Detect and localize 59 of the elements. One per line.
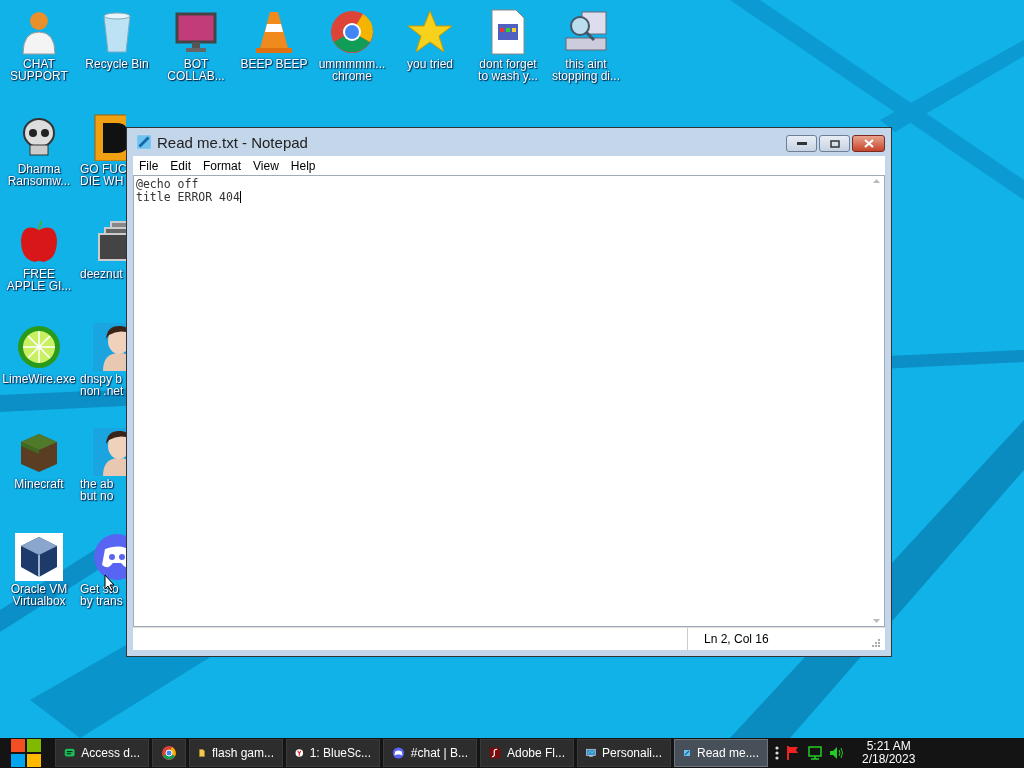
icon-label[interactable]: dnspy b non .net: [78, 373, 124, 397]
portrait-icon[interactable]: [93, 428, 126, 476]
close-button[interactable]: [852, 135, 885, 152]
icon-label[interactable]: LimeWire.exe: [2, 373, 76, 385]
start-button[interactable]: [10, 738, 42, 768]
icon-label[interactable]: the ab but no: [78, 478, 114, 502]
window-title: Read me.txt - Notepad: [157, 133, 309, 151]
menu-item[interactable]: Format: [197, 158, 248, 173]
maximize-icon: [829, 139, 840, 148]
taskbar-button[interactable]: #chat | B...: [383, 739, 477, 767]
icon-label[interactable]: BEEP BEEP: [240, 58, 308, 70]
network-icon[interactable]: [807, 745, 823, 761]
taskbar-button[interactable]: Access d...: [55, 739, 149, 767]
volume-icon[interactable]: [829, 745, 845, 761]
icon-label[interactable]: you tried: [407, 58, 453, 70]
logo-tile-icon[interactable]: [93, 113, 126, 161]
icon-label[interactable]: Recycle Bin: [85, 58, 149, 70]
icon-label[interactable]: Oracle VM Virtualbox: [10, 583, 68, 607]
minimize-icon: [796, 141, 807, 146]
clock-time: 5:21 AM: [866, 740, 911, 753]
menu-item[interactable]: File: [133, 158, 165, 173]
maximize-button[interactable]: [819, 135, 850, 152]
icon-label[interactable]: this aint stopping di...: [551, 58, 620, 82]
icon-label[interactable]: ummmmm... chrome: [318, 58, 386, 82]
icon-label[interactable]: GO FUC DIE WH: [78, 163, 127, 187]
clock-date: 2/18/2023: [862, 753, 916, 766]
icon-label[interactable]: dont forget to wash y...: [478, 58, 538, 82]
game-controller-icon: [392, 745, 405, 761]
lime-icon[interactable]: [15, 323, 63, 371]
menu-item[interactable]: View: [247, 158, 285, 173]
resize-grip-icon[interactable]: [871, 638, 881, 648]
flag-icon[interactable]: [785, 745, 801, 761]
portrait-icon[interactable]: [93, 323, 126, 371]
status-text: Ln 2, Col 16: [687, 628, 867, 650]
taskbar-button[interactable]: [152, 739, 186, 767]
icon-label[interactable]: BOT COLLAB...: [167, 58, 225, 82]
mouse-pointer-icon: [104, 574, 116, 592]
clock[interactable]: 5:21 AM 2/18/2023: [862, 740, 916, 766]
close-icon: [863, 139, 874, 148]
icon-label[interactable]: Dharma Ransomw...: [7, 163, 71, 187]
chrome-icon[interactable]: [328, 8, 376, 56]
icon-label[interactable]: FREE APPLE GI...: [6, 268, 72, 292]
taskbar-button[interactable]: Personali...: [577, 739, 671, 767]
notepad-icon: [135, 133, 153, 151]
icon-label[interactable]: Minecraft: [14, 478, 64, 490]
menu-item[interactable]: Edit: [164, 158, 198, 173]
more-icon[interactable]: [775, 746, 779, 760]
taskbar-button[interactable]: Adobe Fl...: [480, 739, 574, 767]
taskbar-button[interactable]: 1: BlueSc...: [286, 739, 380, 767]
menu-item[interactable]: Help: [284, 158, 322, 173]
flash-icon: [489, 745, 501, 761]
minimize-button[interactable]: [786, 135, 817, 152]
icon-label[interactable]: CHAT SUPPORT: [10, 58, 68, 82]
taskbar-button[interactable]: Read me....: [674, 739, 768, 767]
cube-icon[interactable]: [15, 533, 63, 581]
icon-label[interactable]: deeznut: [78, 268, 123, 280]
star-icon[interactable]: [406, 8, 454, 56]
taskbar-button[interactable]: flash gam...: [189, 739, 283, 767]
chrome-icon: [161, 745, 177, 761]
